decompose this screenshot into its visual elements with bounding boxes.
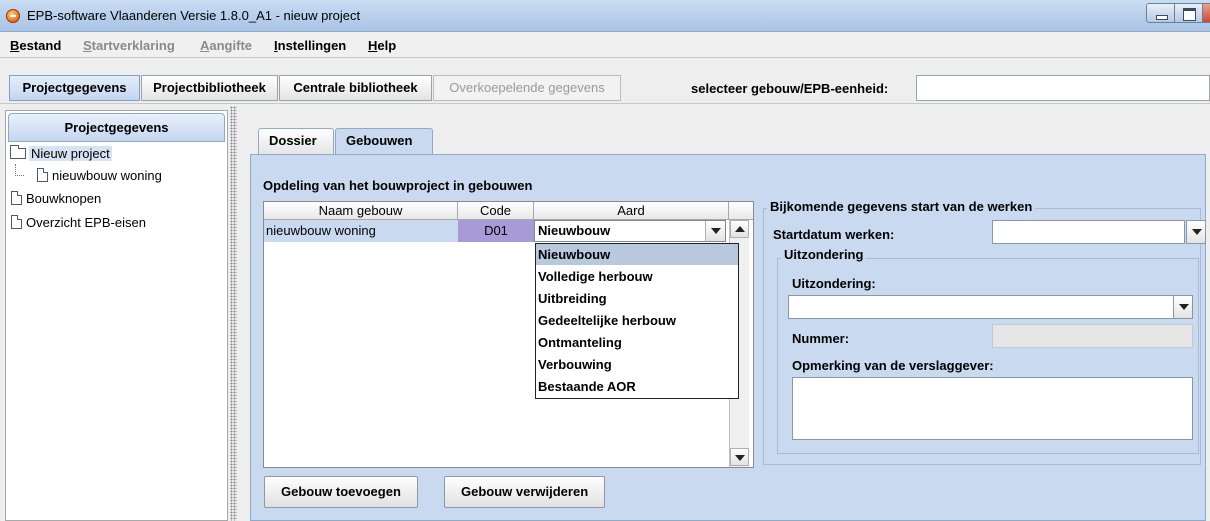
sidebar-header: Projectgegevens — [8, 113, 225, 142]
cell-naam-gebouw[interactable]: nieuwbouw woning — [264, 220, 458, 242]
app-logo-icon — [6, 9, 20, 23]
projectgegevens-button[interactable]: Projectgegevens — [9, 75, 140, 101]
uitzondering-dropdown-button[interactable] — [1173, 295, 1193, 319]
menu-bar: Bestand Startverklaring Aangifte Instell… — [0, 32, 1210, 58]
opmerking-label: Opmerking van de verslaggever: — [792, 358, 994, 373]
chevron-down-icon — [1192, 229, 1202, 235]
menu-aangifte[interactable]: Aangifte — [200, 38, 252, 53]
column-header-naam[interactable]: Naam gebouw — [264, 202, 458, 220]
overkoepelende-gegevens-button[interactable]: Overkoepelende gegevens — [433, 75, 621, 101]
projectbibliotheek-button[interactable]: Projectbibliotheek — [141, 75, 278, 101]
aard-combobox[interactable]: Nieuwbouw — [534, 220, 726, 242]
aard-combobox-value: Nieuwbouw — [538, 223, 611, 238]
select-building-label: selecteer gebouw/EPB-eenheid: — [691, 81, 889, 96]
cell-code[interactable]: D01 — [458, 220, 534, 242]
aard-option-bestaande-aor[interactable]: Bestaande AOR — [536, 376, 738, 397]
aard-dropdown-list: Nieuwbouw Volledige herbouw Uitbreiding … — [535, 243, 739, 399]
nummer-input[interactable] — [992, 324, 1193, 348]
menu-bestand[interactable]: Bestand — [10, 38, 61, 53]
tree-item-nieuwbouw-woning[interactable]: nieuwbouw woning — [37, 167, 162, 185]
window-controls — [1146, 3, 1210, 23]
tree-item-label: Overzicht EPB-eisen — [26, 215, 146, 230]
toolbar: Projectgegevens Projectbibliotheek Centr… — [0, 58, 1210, 104]
folder-icon — [10, 145, 26, 159]
arrow-down-icon — [735, 455, 745, 461]
document-icon — [11, 191, 22, 205]
menu-label: tartverklaring — [91, 38, 175, 53]
tab-gebouwen[interactable]: Gebouwen — [335, 128, 433, 155]
menu-mnemonic: H — [368, 38, 378, 53]
startdatum-label: Startdatum werken: — [773, 227, 895, 242]
startdatum-input[interactable] — [992, 220, 1185, 244]
tree-connector — [15, 164, 24, 176]
menu-help[interactable]: Help — [368, 38, 396, 53]
aard-option-nieuwbouw[interactable]: Nieuwbouw — [536, 244, 738, 265]
chevron-down-icon — [711, 228, 721, 234]
tree-item-label: Bouwknopen — [26, 191, 102, 206]
window-title: EPB-software Vlaanderen Versie 1.8.0_A1 … — [27, 8, 361, 23]
column-header-aard[interactable]: Aard — [534, 202, 729, 220]
menu-startverklaring[interactable]: Startverklaring — [83, 38, 175, 53]
startdatum-dropdown-button[interactable] — [1186, 220, 1206, 244]
window-titlebar: EPB-software Vlaanderen Versie 1.8.0_A1 … — [0, 0, 1210, 32]
tree-item-label: Nieuw project — [29, 146, 112, 161]
aard-option-volledige-herbouw[interactable]: Volledige herbouw — [536, 266, 738, 287]
column-header-corner — [729, 202, 753, 220]
close-icon[interactable] — [1203, 4, 1210, 22]
menu-mnemonic: B — [10, 38, 20, 53]
chevron-down-icon — [1179, 304, 1189, 310]
menu-instellingen[interactable]: Instellingen — [274, 38, 346, 53]
centrale-bibliotheek-button[interactable]: Centrale bibliotheek — [279, 75, 432, 101]
tree-item-nieuw-project[interactable]: Nieuw project — [10, 145, 112, 163]
aard-option-verbouwing[interactable]: Verbouwing — [536, 354, 738, 375]
main-content: Dossier Gebouwen Opdeling van het bouwpr… — [246, 106, 1210, 521]
uitzondering-label: Uitzondering: — [792, 276, 876, 291]
select-building-field[interactable] — [916, 75, 1210, 101]
uitzondering-group-title: Uitzondering — [781, 247, 867, 262]
tree-item-overzicht-epb-eisen[interactable]: Overzicht EPB-eisen — [11, 214, 146, 232]
aard-option-gedeeltelijke-herbouw[interactable]: Gedeeltelijke herbouw — [536, 310, 738, 331]
menu-mnemonic: S — [83, 38, 92, 53]
menu-label: nstellingen — [277, 38, 347, 53]
gebouw-verwijderen-button[interactable]: Gebouw verwijderen — [444, 476, 606, 508]
nummer-label: Nummer: — [792, 331, 850, 346]
column-header-code[interactable]: Code — [458, 202, 534, 220]
arrow-up-icon — [735, 226, 745, 232]
document-icon — [11, 215, 22, 229]
gebouwen-table: Naam gebouw Code Aard nieuwbouw woning D… — [263, 201, 754, 468]
aard-dropdown-button[interactable] — [705, 221, 725, 241]
scroll-up-button[interactable] — [730, 220, 749, 238]
menu-mnemonic: A — [200, 38, 210, 53]
document-icon — [37, 168, 48, 182]
tree-item-label: nieuwbouw woning — [52, 168, 162, 183]
scroll-down-button[interactable] — [730, 448, 749, 466]
start-werken-title: Bijkomende gegevens start van de werken — [767, 199, 1036, 214]
aard-option-uitbreiding[interactable]: Uitbreiding — [536, 288, 738, 309]
menu-label: angifte — [209, 38, 253, 53]
minimize-icon[interactable] — [1147, 4, 1175, 22]
opmerking-textarea[interactable] — [792, 377, 1193, 440]
aard-option-ontmanteling[interactable]: Ontmanteling — [536, 332, 738, 353]
menu-label: elp — [377, 38, 397, 53]
gebouwen-section-title: Opdeling van het bouwproject in gebouwen — [263, 178, 533, 193]
tree-item-bouwknopen[interactable]: Bouwknopen — [11, 190, 101, 208]
maximize-icon[interactable] — [1175, 4, 1203, 22]
gebouwen-panel: Opdeling van het bouwproject in gebouwen… — [250, 154, 1206, 521]
menu-label: estand — [19, 38, 62, 53]
tab-dossier[interactable]: Dossier — [258, 128, 334, 154]
uitzondering-select[interactable] — [788, 295, 1175, 319]
gebouw-toevoegen-button[interactable]: Gebouw toevoegen — [264, 476, 418, 508]
split-pane-divider[interactable] — [230, 106, 237, 521]
